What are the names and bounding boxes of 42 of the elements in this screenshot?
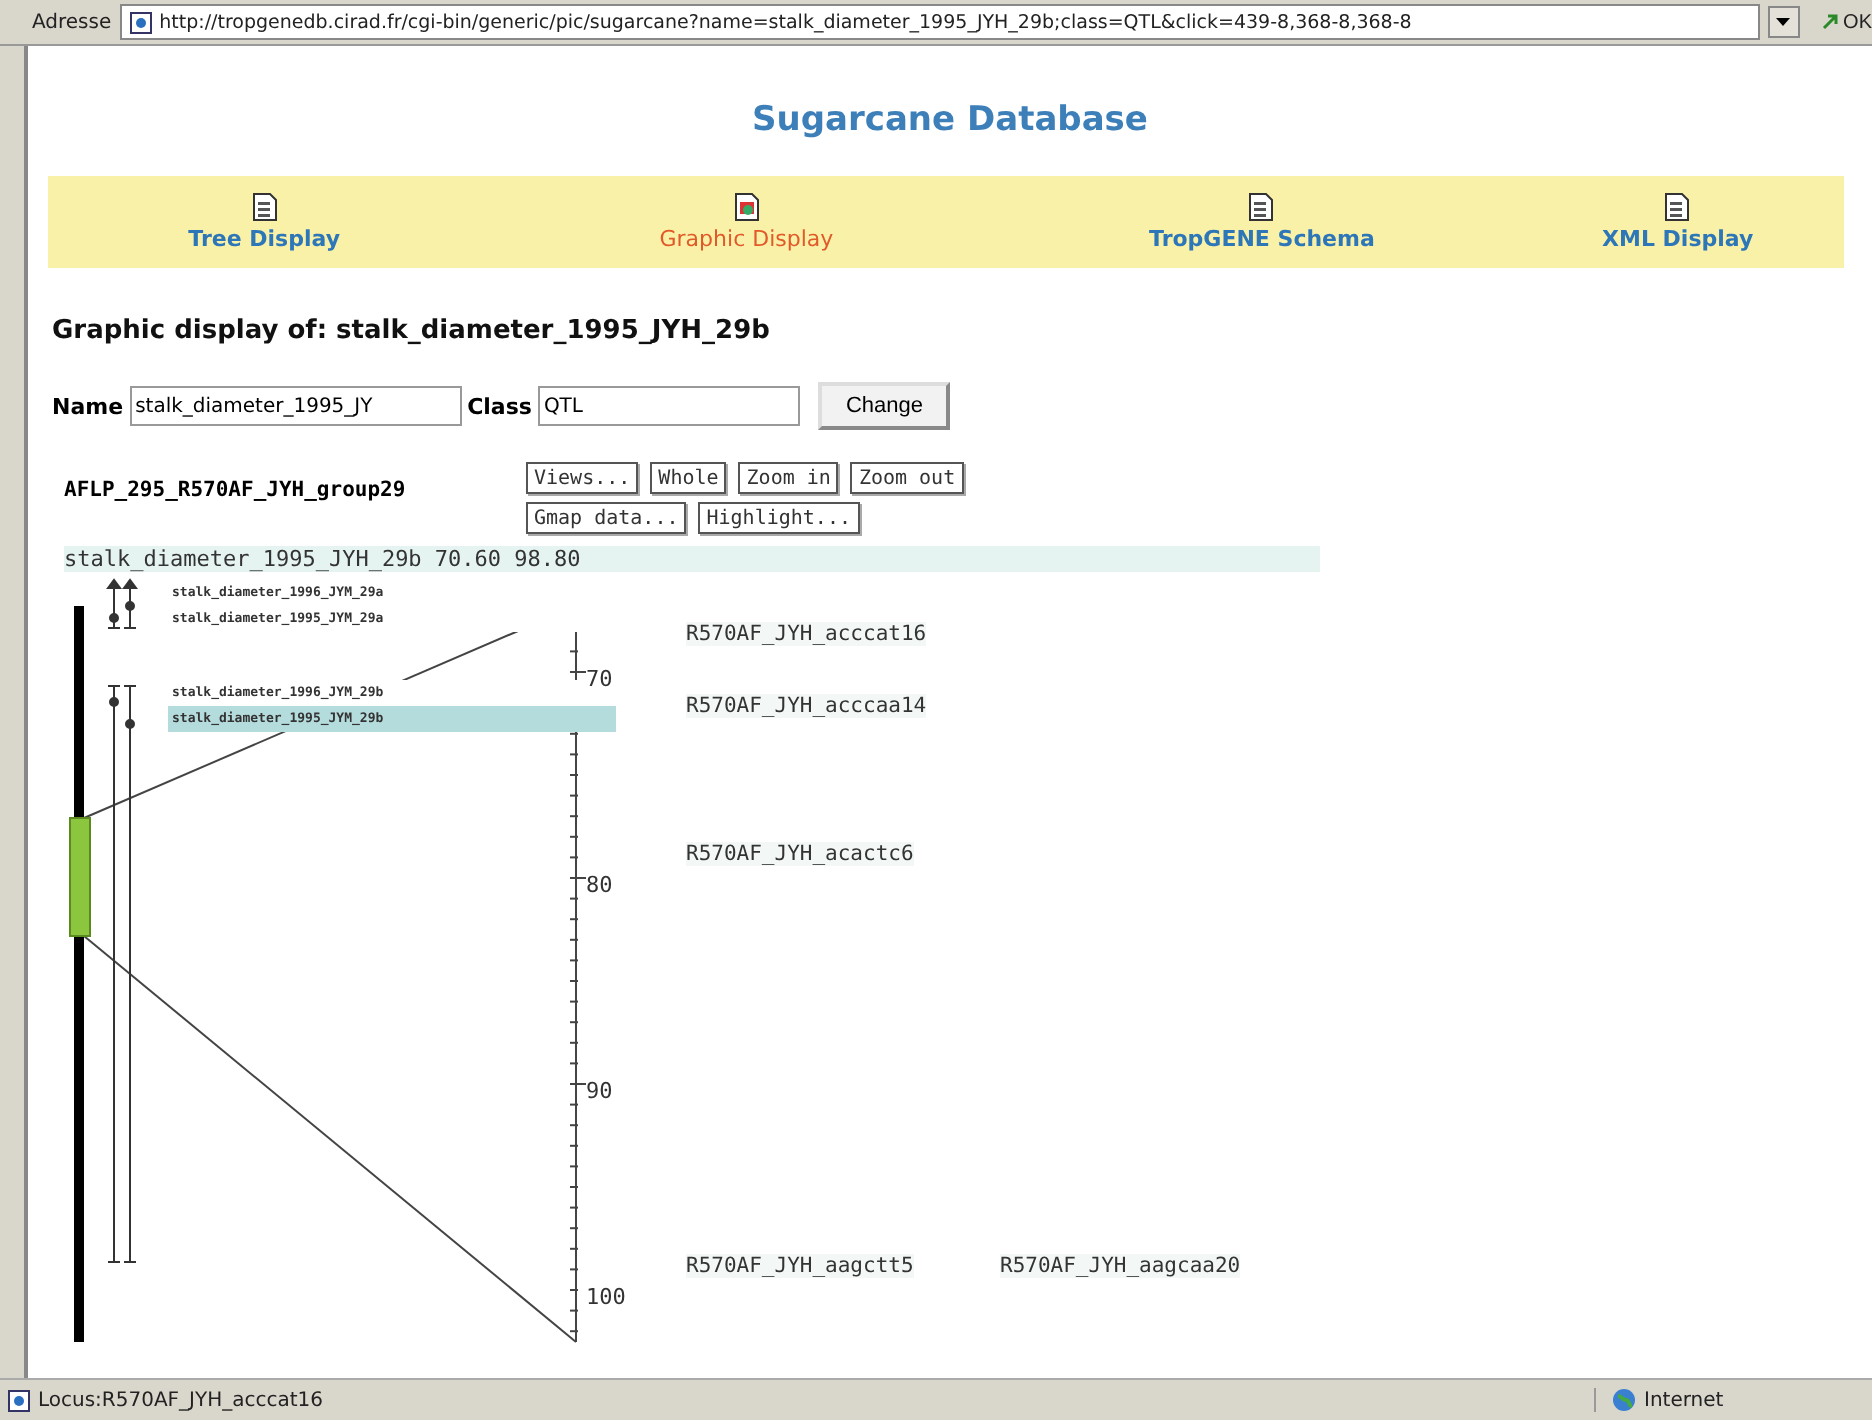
zone-label: Internet [1644,1389,1724,1411]
scale-label: 90 [586,1078,613,1104]
class-field[interactable]: QTL [537,386,800,426]
change-button[interactable]: Change [817,382,951,430]
marker-label[interactable]: R570AF_JYH_acccaa14 [686,694,927,718]
map-button[interactable]: Zoom out [850,462,964,494]
selection-info: stalk_diameter_1995_JYH_29b 70.60 98.80 [64,546,1320,572]
marker-label[interactable]: R570AF_JYH_acactc6 [686,842,914,866]
name-field[interactable]: stalk_diameter_1995_JY [129,386,462,426]
document-icon [1664,192,1691,222]
address-field[interactable]: http://tropgenedb.cirad.fr/cgi-bin/generic/pic/sugarcane?name=stalk_diameter_1995_JYH_29b;class=QTL&click=439-8,368-8,368-8 [119,4,1760,40]
marker-label[interactable]: R570AF_JYH_acccat16 [686,622,927,646]
nav-link[interactable]: Tree Display [48,192,481,252]
globe-icon [1612,1388,1636,1412]
go-button[interactable]: OK [1807,11,1872,33]
address-label: Adresse [32,11,112,33]
document-icon [1248,192,1275,222]
document-icon [733,192,760,222]
caret-icon [1776,18,1791,26]
status-text: Locus:R570AF_JYH_acccat16 [38,1389,326,1411]
arrow-icon [1819,12,1840,32]
scale-label: 80 [586,872,613,898]
map-button[interactable]: Gmap data... [526,502,687,534]
marker-label[interactable]: R570AF_JYH_aagctt5 [686,1254,914,1278]
page-icon [129,11,152,33]
marker-label[interactable]: R570AF_JYH_aagcaa20 [1000,1254,1241,1278]
nav-link[interactable]: TropGENE Schema [1012,192,1512,252]
linkage-group-name: AFLP_295_R570AF_JYH_group29 [64,478,406,502]
name-label: Name [52,393,124,419]
page-title: Sugarcane Database [752,100,1148,140]
class-label: Class [467,393,532,419]
dropdown-button[interactable] [1767,6,1800,38]
map-button[interactable]: Highlight... [698,502,859,534]
scale-label: 100 [586,1284,626,1310]
section-heading: Graphic display of: stalk_diameter_1995_JYH_29b [52,316,772,346]
nav-link[interactable]: XML Display [1511,192,1844,252]
document-icon [251,192,278,222]
selected-segment [69,817,91,937]
map-button[interactable]: Zoom in [738,462,839,494]
map-button[interactable]: Whole [650,462,727,494]
map-button[interactable]: Views... [526,462,639,494]
page-icon [8,1389,30,1411]
